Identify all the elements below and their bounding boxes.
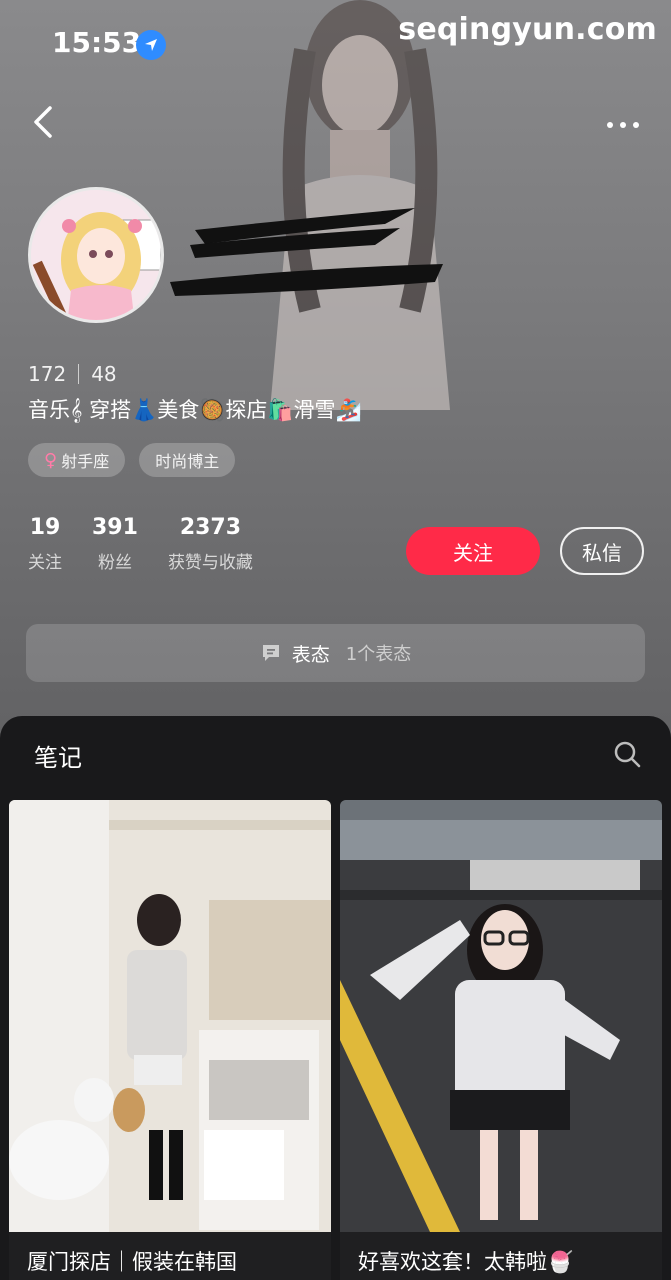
tab-notes[interactable]: 笔记 xyxy=(34,738,82,773)
watermark: seqingyun.com xyxy=(398,12,657,47)
stat-value: 391 xyxy=(92,515,138,540)
mood-title: 表态 xyxy=(291,643,330,666)
female-icon: ♀ xyxy=(44,449,58,471)
note-card[interactable]: 厦门探店｜假装在韩国 xyxy=(9,800,331,1280)
note-caption: 好喜欢这套！太韩啦🍧 xyxy=(340,1232,662,1280)
stat-followers[interactable]: 391 粉丝 xyxy=(92,515,138,573)
message-button[interactable]: 私信 xyxy=(560,527,644,575)
tag-category[interactable]: 时尚博主 xyxy=(139,443,236,477)
tag-list: ♀ 射手座 时尚博主 xyxy=(28,443,236,477)
tag-label: 时尚博主 xyxy=(155,452,220,471)
back-button[interactable] xyxy=(28,102,58,142)
stat-label: 粉丝 xyxy=(97,553,132,573)
mood-count: 1个表态 xyxy=(345,644,412,665)
stat-label: 获赞与收藏 xyxy=(167,553,253,573)
chat-bubble-icon xyxy=(262,645,279,661)
follow-button[interactable]: 关注 xyxy=(406,527,540,575)
avatar[interactable] xyxy=(28,187,164,323)
profile-header: 15:53 seqingyun.com 172 48 音乐𝄞 穿搭👗美食🥘探店🛍… xyxy=(0,0,671,740)
note-cover-image xyxy=(340,800,662,1232)
stat-value: 2373 xyxy=(179,515,242,540)
more-options-icon[interactable] xyxy=(605,116,641,128)
stat-likes[interactable]: 2373 获赞与收藏 xyxy=(168,515,253,573)
divider xyxy=(78,364,80,384)
user-ids: 172 48 xyxy=(28,362,117,386)
location-icon xyxy=(136,30,166,60)
redacted-username xyxy=(170,208,443,296)
profile-stats: 19 关注 391 粉丝 2373 获赞与收藏 xyxy=(28,515,253,573)
stat-value: 19 xyxy=(29,515,61,540)
note-cover-image xyxy=(9,800,331,1232)
mood-bar[interactable]: 表态 1个表态 xyxy=(26,624,645,682)
stat-label: 关注 xyxy=(28,553,62,573)
id-number-2: 48 xyxy=(91,362,117,386)
id-number-1: 172 xyxy=(28,362,67,386)
tag-label: 射手座 xyxy=(61,452,110,471)
search-icon[interactable] xyxy=(613,740,641,768)
note-card[interactable]: 好喜欢这套！太韩啦🍧 xyxy=(340,800,662,1280)
status-time: 15:53 xyxy=(52,26,142,59)
note-caption: 厦门探店｜假装在韩国 xyxy=(9,1232,331,1280)
stat-following[interactable]: 19 关注 xyxy=(28,515,62,573)
tag-zodiac[interactable]: ♀ 射手座 xyxy=(28,443,126,477)
bio-text: 音乐𝄞 穿搭👗美食🥘探店🛍️滑雪🏂 xyxy=(28,398,362,422)
